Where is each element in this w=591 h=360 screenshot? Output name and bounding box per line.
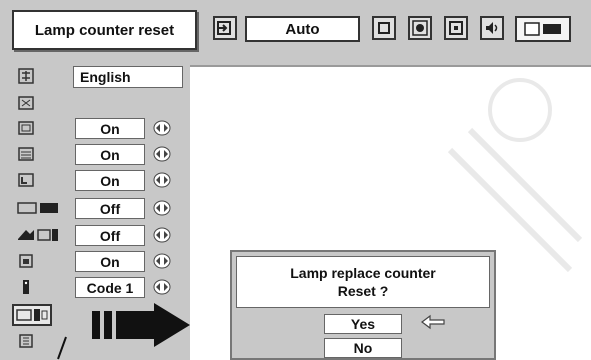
- display-icon: [16, 171, 36, 189]
- left-right-arrow-icon[interactable]: [153, 120, 171, 136]
- left-right-arrow-icon[interactable]: [153, 146, 171, 162]
- remote-control-value[interactable]: Code 1: [75, 277, 145, 298]
- menu-title: Lamp counter reset: [12, 10, 197, 50]
- blue-back-value[interactable]: On: [75, 144, 145, 165]
- yes-button[interactable]: Yes: [324, 314, 402, 334]
- menu-row-blue-back[interactable]: On: [0, 143, 190, 166]
- filter-icon: [16, 332, 36, 350]
- remote-control-icon: [16, 278, 36, 296]
- dialog-message: Lamp replace counter Reset ?: [236, 256, 490, 308]
- menu-toolbar: Lamp counter reset Auto: [0, 0, 591, 67]
- display-value[interactable]: On: [75, 170, 145, 191]
- language-value[interactable]: English: [73, 66, 183, 88]
- settings-icon[interactable]: [515, 16, 571, 42]
- menu-row-display[interactable]: On: [0, 169, 190, 192]
- left-right-arrow-icon[interactable]: [153, 200, 171, 216]
- menu-row-remote-control[interactable]: Code 1: [0, 276, 190, 299]
- menu-position-row[interactable]: [0, 92, 190, 115]
- left-right-arrow-icon[interactable]: [153, 253, 171, 269]
- language-row[interactable]: English: [0, 65, 190, 88]
- menu-row-logo[interactable]: Off: [0, 197, 190, 220]
- image-adjust-icon[interactable]: [408, 16, 432, 40]
- selection-arrow-icon: [421, 314, 445, 330]
- key-lock-icon: [16, 252, 36, 270]
- screen-icon[interactable]: [372, 16, 396, 40]
- power-management-value[interactable]: Off: [75, 225, 145, 246]
- sound-icon[interactable]: [480, 16, 504, 40]
- blank-value[interactable]: On: [75, 118, 145, 139]
- key-lock-value[interactable]: On: [75, 251, 145, 272]
- blank-icon: [16, 119, 36, 137]
- reset-confirm-dialog: Lamp replace counter Reset ? Yes No: [230, 250, 496, 360]
- left-right-arrow-icon[interactable]: [153, 172, 171, 188]
- power-management-icon: [16, 226, 60, 244]
- input-icon[interactable]: [213, 16, 237, 40]
- menu-position-icon: [16, 94, 36, 112]
- language-icon: [16, 67, 36, 85]
- pointer-line: [57, 336, 67, 360]
- dialog-message-line2: Reset ?: [337, 283, 389, 299]
- menu-row-key-lock[interactable]: On: [0, 250, 190, 273]
- blue-back-icon: [16, 145, 36, 163]
- position-icon[interactable]: [444, 16, 468, 40]
- no-button[interactable]: No: [324, 338, 402, 358]
- left-right-arrow-icon[interactable]: [153, 279, 171, 295]
- dialog-message-line1: Lamp replace counter: [290, 265, 436, 281]
- logo-value[interactable]: Off: [75, 198, 145, 219]
- menu-row-blank[interactable]: On: [0, 117, 190, 140]
- left-right-arrow-icon[interactable]: [153, 227, 171, 243]
- source-value: Auto: [245, 16, 360, 42]
- logo-icon: [16, 199, 60, 217]
- menu-row-power-management[interactable]: Off: [0, 224, 190, 247]
- lamp-counter-icon[interactable]: [12, 304, 52, 326]
- callout-arrow-icon: [92, 303, 190, 347]
